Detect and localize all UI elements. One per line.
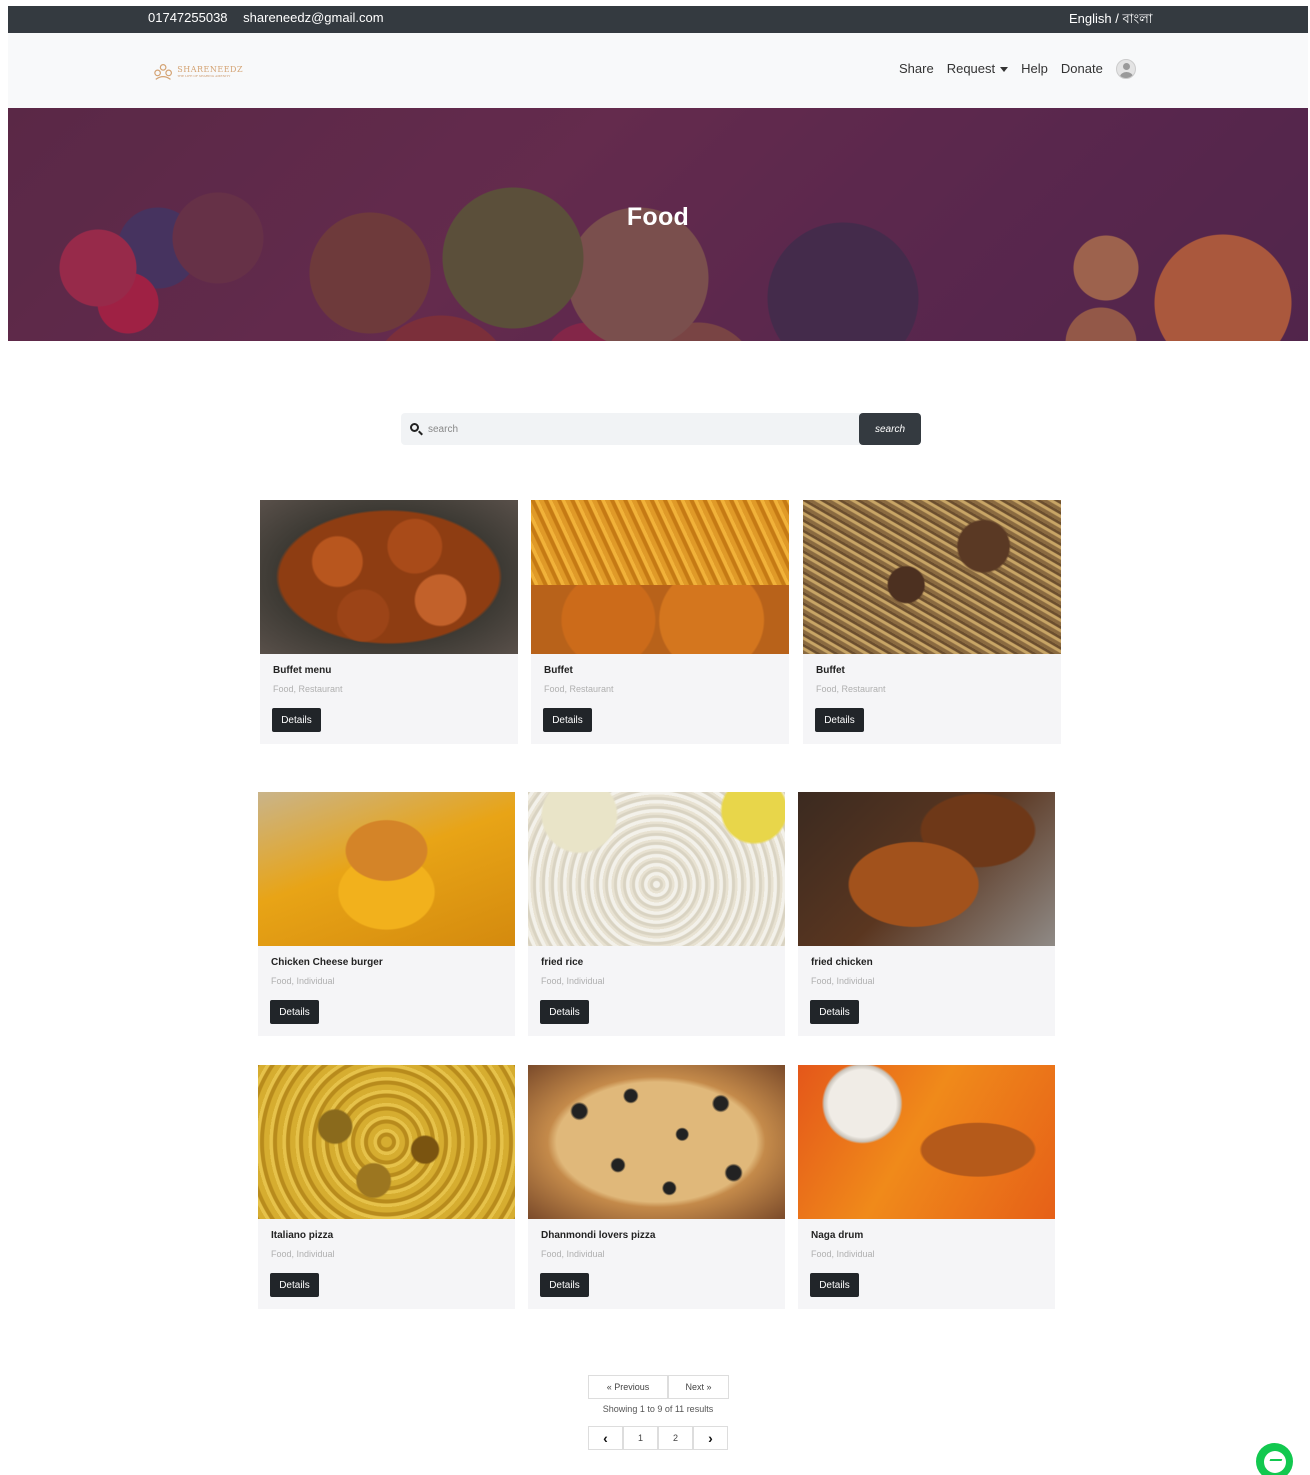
details-button[interactable]: Details <box>540 1273 589 1297</box>
page-number[interactable]: 1 <box>623 1426 658 1450</box>
details-button[interactable]: Details <box>270 1273 319 1297</box>
food-card: fried chicken Food, Individual Details <box>798 792 1055 1036</box>
food-title: Buffet <box>816 665 845 676</box>
food-image[interactable] <box>531 500 789 654</box>
results-summary: Showing 1 to 9 of 11 results <box>602 1404 714 1414</box>
logo-tagline: THE LIFE OF SHARING AMENITY <box>177 74 231 78</box>
food-title: Naga drum <box>811 1230 864 1241</box>
food-title: fried rice <box>541 957 584 968</box>
food-card: Naga drum Food, Individual Details <box>798 1065 1055 1309</box>
pagination-numbers: ‹ 1 2 › <box>588 1426 728 1450</box>
food-title: Buffet <box>544 665 573 676</box>
food-title: fried chicken <box>811 957 873 968</box>
language-switch[interactable]: English / বাংলা <box>1069 10 1153 31</box>
phone-number[interactable]: 01747255038 <box>148 10 228 25</box>
pagination-simple: « Previous Next » <box>588 1375 729 1399</box>
search-input[interactable] <box>428 413 848 445</box>
search-button[interactable]: search <box>859 413 921 445</box>
food-card: Buffet menu Food, Restaurant Details <box>260 500 518 744</box>
page-number[interactable]: 2 <box>658 1426 693 1450</box>
food-image[interactable] <box>528 792 785 946</box>
food-card: Dhanmondi lovers pizza Food, Individual … <box>528 1065 785 1309</box>
contact-info: 01747255038 shareneedz@gmail.com <box>148 10 396 25</box>
food-image[interactable] <box>260 500 518 654</box>
site-logo[interactable]: SHARENEEDZ THE LIFE OF SHARING AMENITY <box>153 60 243 84</box>
food-category: Food, Restaurant <box>544 684 614 694</box>
details-button[interactable]: Details <box>270 1000 319 1024</box>
food-category: Food, Individual <box>271 976 335 986</box>
next-button[interactable]: Next » <box>668 1375 729 1399</box>
details-button[interactable]: Details <box>815 708 864 732</box>
food-card: Italiano pizza Food, Individual Details <box>258 1065 515 1309</box>
food-card: Buffet Food, Restaurant Details <box>803 500 1061 744</box>
food-image[interactable] <box>258 1065 515 1219</box>
nav-request-dropdown[interactable]: Request <box>946 61 1009 76</box>
nav-share[interactable]: Share <box>899 61 934 76</box>
user-avatar-icon[interactable] <box>1116 59 1136 79</box>
food-category: Food, Individual <box>541 1249 605 1259</box>
nav-help[interactable]: Help <box>1021 61 1048 76</box>
food-image[interactable] <box>798 792 1055 946</box>
details-button[interactable]: Details <box>810 1273 859 1297</box>
caret-down-icon <box>1000 67 1009 73</box>
food-category: Food, Individual <box>811 1249 875 1259</box>
details-button[interactable]: Details <box>272 708 321 732</box>
page-title: Food <box>626 203 690 231</box>
logo-wordmark: SHARENEEDZ THE LIFE OF SHARING AMENITY <box>177 65 243 79</box>
food-image[interactable] <box>528 1065 785 1219</box>
chevron-right-icon[interactable]: › <box>693 1426 728 1450</box>
nav-links: Share Request Help Donate <box>899 61 1116 76</box>
details-button[interactable]: Details <box>540 1000 589 1024</box>
food-image[interactable] <box>798 1065 1055 1219</box>
food-card: fried rice Food, Individual Details <box>528 792 785 1036</box>
chevron-left-icon[interactable]: ‹ <box>588 1426 623 1450</box>
food-title: Italiano pizza <box>271 1230 334 1241</box>
messenger-icon[interactable] <box>1256 1443 1293 1475</box>
nav-request-label: Request <box>946 61 996 76</box>
search-bar: search <box>401 413 921 445</box>
email-address[interactable]: shareneedz@gmail.com <box>243 10 383 25</box>
food-title: Chicken Cheese burger <box>271 957 383 968</box>
food-category: Food, Individual <box>541 976 605 986</box>
top-contact-bar: 01747255038 shareneedz@gmail.com English… <box>8 6 1308 33</box>
details-button[interactable]: Details <box>810 1000 859 1024</box>
food-title: Buffet menu <box>273 665 332 676</box>
details-button[interactable]: Details <box>543 708 592 732</box>
nav-donate[interactable]: Donate <box>1061 61 1103 76</box>
logo-text: SHARENEEDZ <box>177 65 243 74</box>
main-navbar: SHARENEEDZ THE LIFE OF SHARING AMENITY S… <box>8 33 1308 108</box>
food-image[interactable] <box>258 792 515 946</box>
food-card: Buffet Food, Restaurant Details <box>531 500 789 744</box>
food-image[interactable] <box>803 500 1061 654</box>
previous-button[interactable]: « Previous <box>588 1375 668 1399</box>
logo-icon <box>154 64 173 80</box>
food-category: Food, Restaurant <box>273 684 343 694</box>
food-title: Dhanmondi lovers pizza <box>541 1230 656 1241</box>
hero-banner: Food <box>8 108 1308 341</box>
search-icon <box>410 423 419 432</box>
food-category: Food, Individual <box>811 976 875 986</box>
food-category: Food, Restaurant <box>816 684 886 694</box>
food-card: Chicken Cheese burger Food, Individual D… <box>258 792 515 1036</box>
food-category: Food, Individual <box>271 1249 335 1259</box>
